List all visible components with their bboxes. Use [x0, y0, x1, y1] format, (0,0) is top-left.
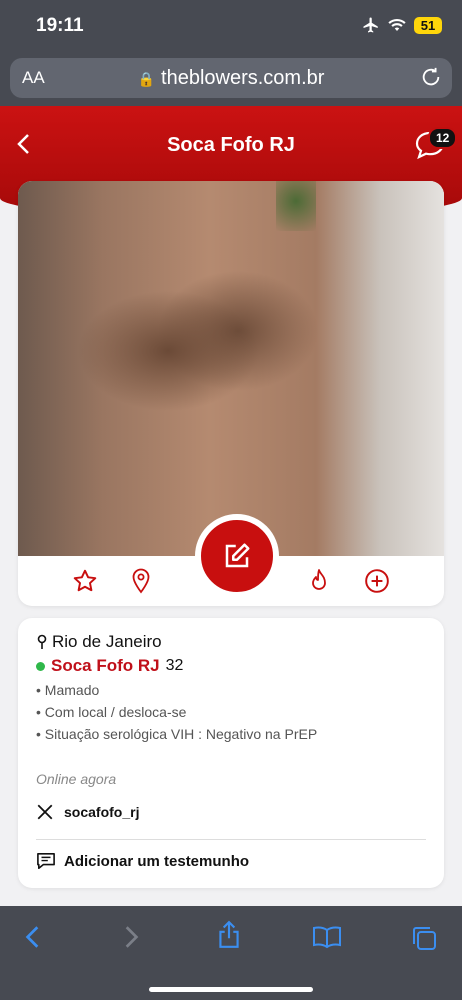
add-testimonial-label: Adicionar um testemunho	[64, 852, 250, 870]
detail-item: • Mamado	[36, 682, 100, 698]
page-title: Soca Fofo RJ	[167, 134, 295, 156]
flame-icon[interactable]	[308, 568, 330, 594]
x-logo-icon	[37, 804, 53, 820]
divider	[36, 839, 426, 840]
airplane-icon	[363, 17, 378, 33]
domain-text: theblowers.com.br	[161, 67, 325, 89]
add-circle-icon[interactable]	[364, 568, 390, 594]
url-display[interactable]: 🔒 theblowers.com.br	[10, 67, 452, 90]
profile-info-card: Rio de Janeiro Soca Fofo RJ 32 • Mamado …	[18, 618, 444, 888]
home-indicator	[149, 987, 313, 992]
username-row: Soca Fofo RJ 32	[36, 656, 183, 676]
edit-button[interactable]	[195, 514, 279, 598]
edit-pencil-icon	[225, 543, 250, 568]
map-pin-icon	[37, 634, 47, 649]
photo-background-plant	[276, 181, 316, 231]
share-icon[interactable]	[216, 920, 242, 950]
comment-icon	[37, 852, 55, 870]
message-count-badge: 12	[428, 127, 458, 149]
browser-bottom-bar	[0, 906, 462, 1000]
city-row: Rio de Janeiro	[36, 632, 162, 652]
status-icons: 51	[362, 16, 442, 34]
profile-photo[interactable]	[18, 181, 444, 556]
age: 32	[165, 657, 184, 674]
wifi-icon	[388, 19, 406, 31]
username: Soca Fofo RJ	[51, 656, 160, 675]
profile-photo-card	[18, 181, 444, 606]
online-dot	[36, 661, 45, 671]
address-bar[interactable]: AA 🔒 theblowers.com.br	[10, 58, 452, 98]
bookmarks-icon[interactable]	[312, 924, 342, 950]
clock: 19:11	[36, 15, 84, 36]
online-status: Online agora	[36, 771, 117, 787]
battery-indicator: 51	[414, 16, 442, 34]
detail-item: • Com local / desloca-se	[36, 704, 187, 720]
browser-toolbar: AA 🔒 theblowers.com.br	[0, 52, 462, 106]
add-testimonial-button[interactable]: Adicionar um testemunho	[36, 852, 249, 870]
reload-icon[interactable]	[420, 66, 442, 88]
favorite-star-icon[interactable]	[72, 568, 98, 594]
x-handle: socafofo_rj	[64, 804, 140, 820]
city-name: Rio de Janeiro	[52, 632, 162, 651]
forward-nav-icon[interactable]	[120, 924, 142, 950]
location-pin-icon[interactable]	[130, 568, 152, 594]
back-nav-icon[interactable]	[22, 924, 44, 950]
detail-item: • Situação serológica VIH : Negativo na …	[36, 726, 318, 742]
x-social-link[interactable]: socafofo_rj	[36, 803, 139, 821]
lock-icon: 🔒	[137, 71, 156, 87]
status-bar: 19:11 51	[0, 0, 462, 52]
tabs-icon[interactable]	[410, 924, 438, 952]
